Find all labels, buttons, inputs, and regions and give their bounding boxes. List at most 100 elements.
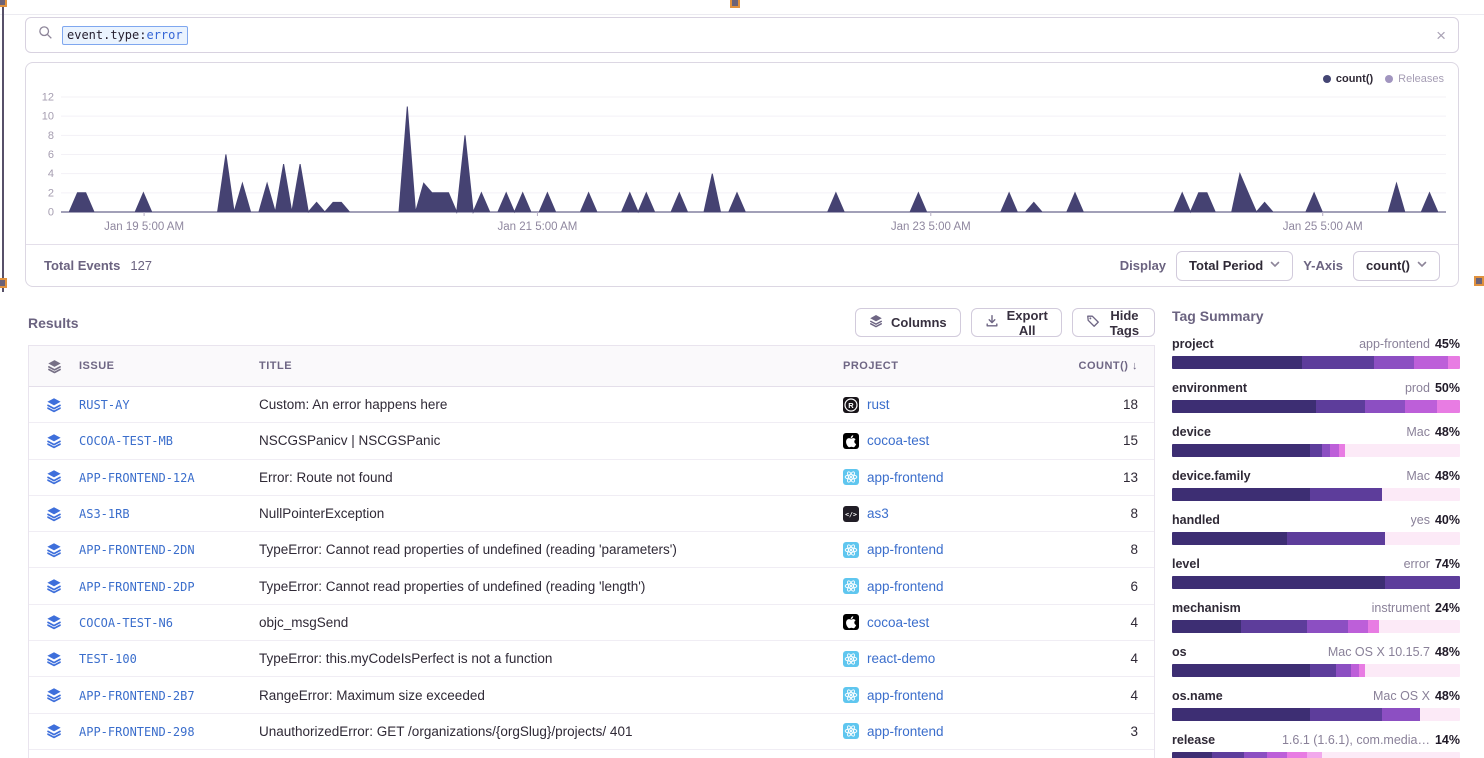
issue-link[interactable]: COCOA-TEST-MB — [79, 434, 173, 448]
table-row[interactable]: APP-FRONTEND-2DP TypeError: Cannot read … — [29, 568, 1154, 604]
columns-button[interactable]: Columns — [855, 308, 961, 337]
column-header-issue[interactable]: ISSUE — [79, 360, 259, 372]
legend-item-releases[interactable]: Releases — [1385, 73, 1444, 85]
tag-distribution-bar[interactable] — [1172, 576, 1460, 589]
project-link[interactable]: cocoa-test — [867, 615, 929, 630]
project-link[interactable]: react-demo — [867, 651, 935, 666]
issue-link[interactable]: APP-FRONTEND-2DP — [79, 580, 195, 594]
table-row[interactable]: APP-FRONTEND-2DN TypeError: Cannot read … — [29, 532, 1154, 568]
tag-bar-segment[interactable] — [1172, 708, 1310, 721]
tag-bar-segment[interactable] — [1310, 708, 1382, 721]
tag-bar-segment[interactable] — [1287, 532, 1385, 545]
search-bar[interactable]: event.type:error × — [25, 17, 1459, 53]
tag-bar-segment[interactable] — [1414, 356, 1449, 369]
table-row[interactable]: COCOA-TEST-N6 objc_msgSend cocoa-test 4 — [29, 605, 1154, 641]
tag-bar-segment[interactable] — [1172, 664, 1310, 677]
tag-bar-segment[interactable] — [1382, 708, 1419, 721]
tag-distribution-bar[interactable] — [1172, 444, 1460, 457]
tag-distribution-bar[interactable] — [1172, 620, 1460, 633]
selection-handle-right-middle — [1474, 276, 1484, 286]
issue-link[interactable]: AS3-1RB — [79, 507, 130, 521]
issue-link[interactable]: APP-FRONTEND-2DN — [79, 543, 195, 557]
table-row[interactable]: TEST-100 TypeError: this.myCodeIsPerfect… — [29, 641, 1154, 677]
project-link[interactable]: as3 — [867, 506, 889, 521]
tag-bar-segment[interactable] — [1307, 752, 1321, 758]
search-clear-icon[interactable]: × — [1436, 27, 1446, 44]
tag-bar-segment[interactable] — [1348, 620, 1368, 633]
project-link[interactable]: app-frontend — [867, 542, 944, 557]
tag-distribution-bar[interactable] — [1172, 488, 1460, 501]
tag-bar-segment[interactable] — [1385, 576, 1460, 589]
tag-bar-segment[interactable] — [1244, 752, 1267, 758]
tag-bar-segment[interactable] — [1310, 444, 1322, 457]
project-link[interactable]: app-frontend — [867, 724, 944, 739]
tag-bar-segment[interactable] — [1172, 488, 1310, 501]
tag-distribution-bar[interactable] — [1172, 752, 1460, 758]
tag-bar-segment[interactable] — [1307, 620, 1347, 633]
issue-link[interactable]: APP-FRONTEND-298 — [79, 725, 195, 739]
tag-distribution-bar[interactable] — [1172, 400, 1460, 413]
table-row[interactable]: APP-FRONTEND-12A Error: Route not found … — [29, 460, 1154, 496]
count-value: 6 — [1053, 579, 1154, 594]
yaxis-dropdown[interactable]: count() — [1353, 251, 1440, 281]
project-link[interactable]: app-frontend — [867, 688, 944, 703]
tag-bar-segment[interactable] — [1172, 576, 1385, 589]
tag-bar-segment[interactable] — [1310, 488, 1382, 501]
project-link[interactable]: app-frontend — [867, 470, 944, 485]
table-row[interactable]: APP-FRONTEND-298 UnauthorizedError: GET … — [29, 714, 1154, 750]
tag-distribution-bar[interactable] — [1172, 356, 1460, 369]
search-query-token[interactable]: event.type:error — [62, 26, 188, 45]
tag-bar-segment[interactable] — [1316, 400, 1365, 413]
table-row[interactable]: RUST-AY Custom: An error happens here Rr… — [29, 387, 1154, 423]
issue-link[interactable]: RUST-AY — [79, 398, 130, 412]
events-area-chart[interactable]: 024681012Jan 19 5:00 AMJan 21 5:00 AMJan… — [26, 63, 1458, 244]
chart-footer: Total Events 127 Display Total Period Y-… — [26, 244, 1458, 286]
project-link[interactable]: cocoa-test — [867, 433, 929, 448]
tag-bar-segment[interactable] — [1172, 752, 1212, 758]
total-events-value: 127 — [130, 258, 152, 273]
tag-bar-segment[interactable] — [1212, 752, 1244, 758]
tag-distribution-bar[interactable] — [1172, 708, 1460, 721]
tag-bar-segment[interactable] — [1368, 620, 1380, 633]
issue-link[interactable]: COCOA-TEST-N6 — [79, 616, 173, 630]
hide-tags-button[interactable]: Hide Tags — [1072, 308, 1155, 337]
tag-bar-segment[interactable] — [1172, 356, 1302, 369]
display-dropdown[interactable]: Total Period — [1176, 251, 1293, 281]
sort-desc-icon: ↓ — [1132, 360, 1138, 372]
issue-link[interactable]: APP-FRONTEND-12A — [79, 471, 195, 485]
table-row[interactable]: COCOA-TEST-MB NSCGSPanicv | NSCGSPanic c… — [29, 423, 1154, 459]
export-all-button[interactable]: Export All — [971, 308, 1062, 337]
project-link[interactable]: rust — [867, 397, 890, 412]
tag-bar-segment[interactable] — [1330, 444, 1339, 457]
tag-bar-segment[interactable] — [1241, 620, 1307, 633]
column-header-title[interactable]: TITLE — [259, 360, 843, 372]
tag-bar-segment[interactable] — [1302, 356, 1374, 369]
tag-bar-segment[interactable] — [1172, 532, 1287, 545]
tag-bar-segment[interactable] — [1310, 664, 1336, 677]
tag-distribution-bar[interactable] — [1172, 664, 1460, 677]
tag-bar-segment[interactable] — [1287, 752, 1307, 758]
table-row[interactable]: APP-FRONTEND-2B7 RangeError: Maximum siz… — [29, 677, 1154, 713]
column-header-project[interactable]: PROJECT — [843, 360, 1053, 372]
legend-item-count[interactable]: count() — [1323, 73, 1373, 85]
tag-bar-segment[interactable] — [1172, 444, 1310, 457]
tag-bar-segment[interactable] — [1405, 400, 1437, 413]
tag-bar-segment[interactable] — [1336, 664, 1350, 677]
issue-link[interactable]: TEST-100 — [79, 652, 137, 666]
tag-bar-segment[interactable] — [1448, 356, 1460, 369]
svg-text:4: 4 — [48, 168, 54, 180]
tag-bar-segment[interactable] — [1437, 400, 1460, 413]
tag-bar-segment[interactable] — [1374, 356, 1414, 369]
tag-bar-segment[interactable] — [1172, 400, 1316, 413]
table-row[interactable]: AS3-1RB NullPointerException </>as3 8 — [29, 496, 1154, 532]
tag-bar-segment[interactable] — [1365, 400, 1405, 413]
tag-bar-segment[interactable] — [1322, 444, 1331, 457]
tag-bar-segment[interactable] — [1267, 752, 1287, 758]
issue-link[interactable]: APP-FRONTEND-2B7 — [79, 689, 195, 703]
tag-bar-remainder — [1385, 532, 1460, 545]
tag-bar-segment[interactable] — [1351, 664, 1360, 677]
tag-bar-segment[interactable] — [1172, 620, 1241, 633]
column-header-count[interactable]: COUNT() ↓ — [1053, 360, 1154, 372]
project-link[interactable]: app-frontend — [867, 579, 944, 594]
tag-distribution-bar[interactable] — [1172, 532, 1460, 545]
